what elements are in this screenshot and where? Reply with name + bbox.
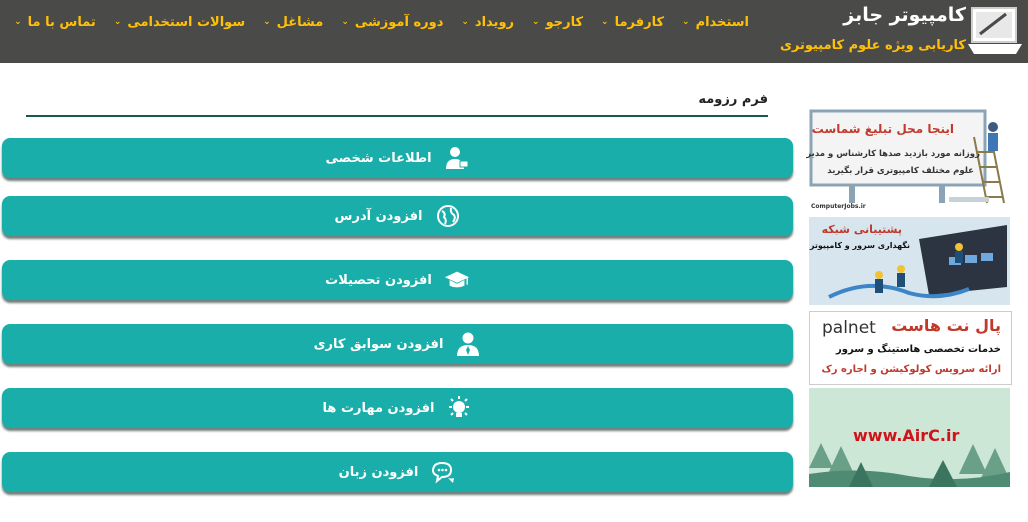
section-label: افزودن مهارت ها [322,400,435,416]
section-personal-info[interactable]: اطلاعات شخصی [2,138,793,178]
chat-icon [430,459,456,485]
ad-footer: ComputerJobs.ir [811,203,866,210]
chevron-down-icon: ⌄ [341,17,349,27]
nav-item-questions[interactable]: سوالات استخدامی ⌄ [105,0,254,44]
ad-line: خدمات تخصصی هاستینگ و سرور [836,344,1001,355]
chevron-down-icon: ⌄ [601,17,609,27]
title-divider [26,115,768,117]
ad-banner-advertise-here[interactable]: اینجا محل تبلیغ شماست روزانه مورد بازدید… [806,107,1010,212]
nav-label: مشاغل [276,14,324,30]
section-work-experience[interactable]: افزودن سوابق کاری [2,324,793,364]
section-label: افزودن سوابق کاری [313,336,444,352]
person-icon [444,145,470,171]
section-address[interactable]: افزودن آدرس [2,196,793,236]
nav-item-course[interactable]: دوره آموزشی ⌄ [332,0,452,44]
ad-heading: اینجا محل تبلیغ شماست [811,122,954,136]
site-logo[interactable]: کامپیوتر جابز کاریابی ویژه علوم کامپیوتر… [773,0,1028,63]
chevron-down-icon: ⌄ [461,17,469,27]
top-navbar: کامپیوتر جابز کاریابی ویژه علوم کامپیوتر… [0,0,1028,63]
globe-icon [435,203,461,229]
site-subtitle: کاریابی ویژه علوم کامپیوتری [779,38,966,53]
palnet-logo: palnet [822,318,876,338]
nav-item-jobs[interactable]: مشاغل ⌄ [254,0,332,44]
nav-label: کارجو [545,14,584,30]
section-skills[interactable]: افزودن مهارت ها [2,388,793,428]
ad-banner-airc[interactable]: www.AirC.ir [809,388,1010,487]
section-label: افزودن آدرس [334,208,423,224]
section-label: اطلاعات شخصی [325,150,432,166]
ad-line: ارائه سرویس کولوکیشن و اجاره رک [821,364,1001,375]
nav-label: کارفرما [614,14,665,30]
main-nav: استخدام ⌄ کارفرما ⌄ کارجو ⌄ رویداد ⌄ دوره آم… [5,0,758,44]
nav-item-karjoo[interactable]: کارجو ⌄ [523,0,592,44]
ad-banner-palnet[interactable]: palnet پال نت هاست خدمات تخصصی هاستینگ و… [809,311,1012,385]
nav-label: سوالات استخدامی [127,14,246,30]
nav-item-karfarma[interactable]: کارفرما ⌄ [592,0,673,44]
nav-label: دوره آموزشی [354,14,444,30]
section-label: افزودن زبان [338,464,419,480]
section-education[interactable]: افزودن تحصیلات [2,260,793,300]
chevron-down-icon: ⌄ [113,17,122,27]
nav-label: رویداد [474,14,515,30]
section-language[interactable]: افزودن زبان [2,452,793,492]
laptop-logo-icon [968,7,1022,54]
ad-heading: پشتیبانی شبکه [821,223,902,236]
nav-label: تماس با ما [27,14,96,30]
chevron-down-icon: ⌄ [682,17,690,27]
nav-item-contact[interactable]: تماس با ما ⌄ [5,0,105,44]
ad-heading: پال نت هاست [891,316,1001,335]
ad-line: روزانه مورد بازدید صدها کارشناس و مدیر [806,149,980,159]
lightbulb-icon [446,395,472,421]
chevron-down-icon: ⌄ [263,17,271,27]
graduation-cap-icon [444,267,470,293]
chevron-down-icon: ⌄ [532,17,540,27]
nav-label: استخدام [695,14,749,30]
nav-item-estekhdam[interactable]: استخدام ⌄ [673,0,758,44]
ad-banner-network-support[interactable]: پشتیبانی شبکه نگهداری سرور و کامپیوتر [809,217,1010,305]
section-label: افزودن تحصیلات [325,272,432,288]
ad-line: علوم مختلف کامپیوتری قرار بگیرید [827,166,974,176]
site-title: کامپیوتر جابز [843,4,966,26]
nav-item-event[interactable]: رویداد ⌄ [452,0,523,44]
user-icon [455,331,481,357]
ad-text: www.AirC.ir [853,426,960,445]
ad-line: نگهداری سرور و کامپیوتر [809,241,910,250]
page-title: فرم رزومه [698,92,768,107]
chevron-down-icon: ⌄ [14,17,22,27]
